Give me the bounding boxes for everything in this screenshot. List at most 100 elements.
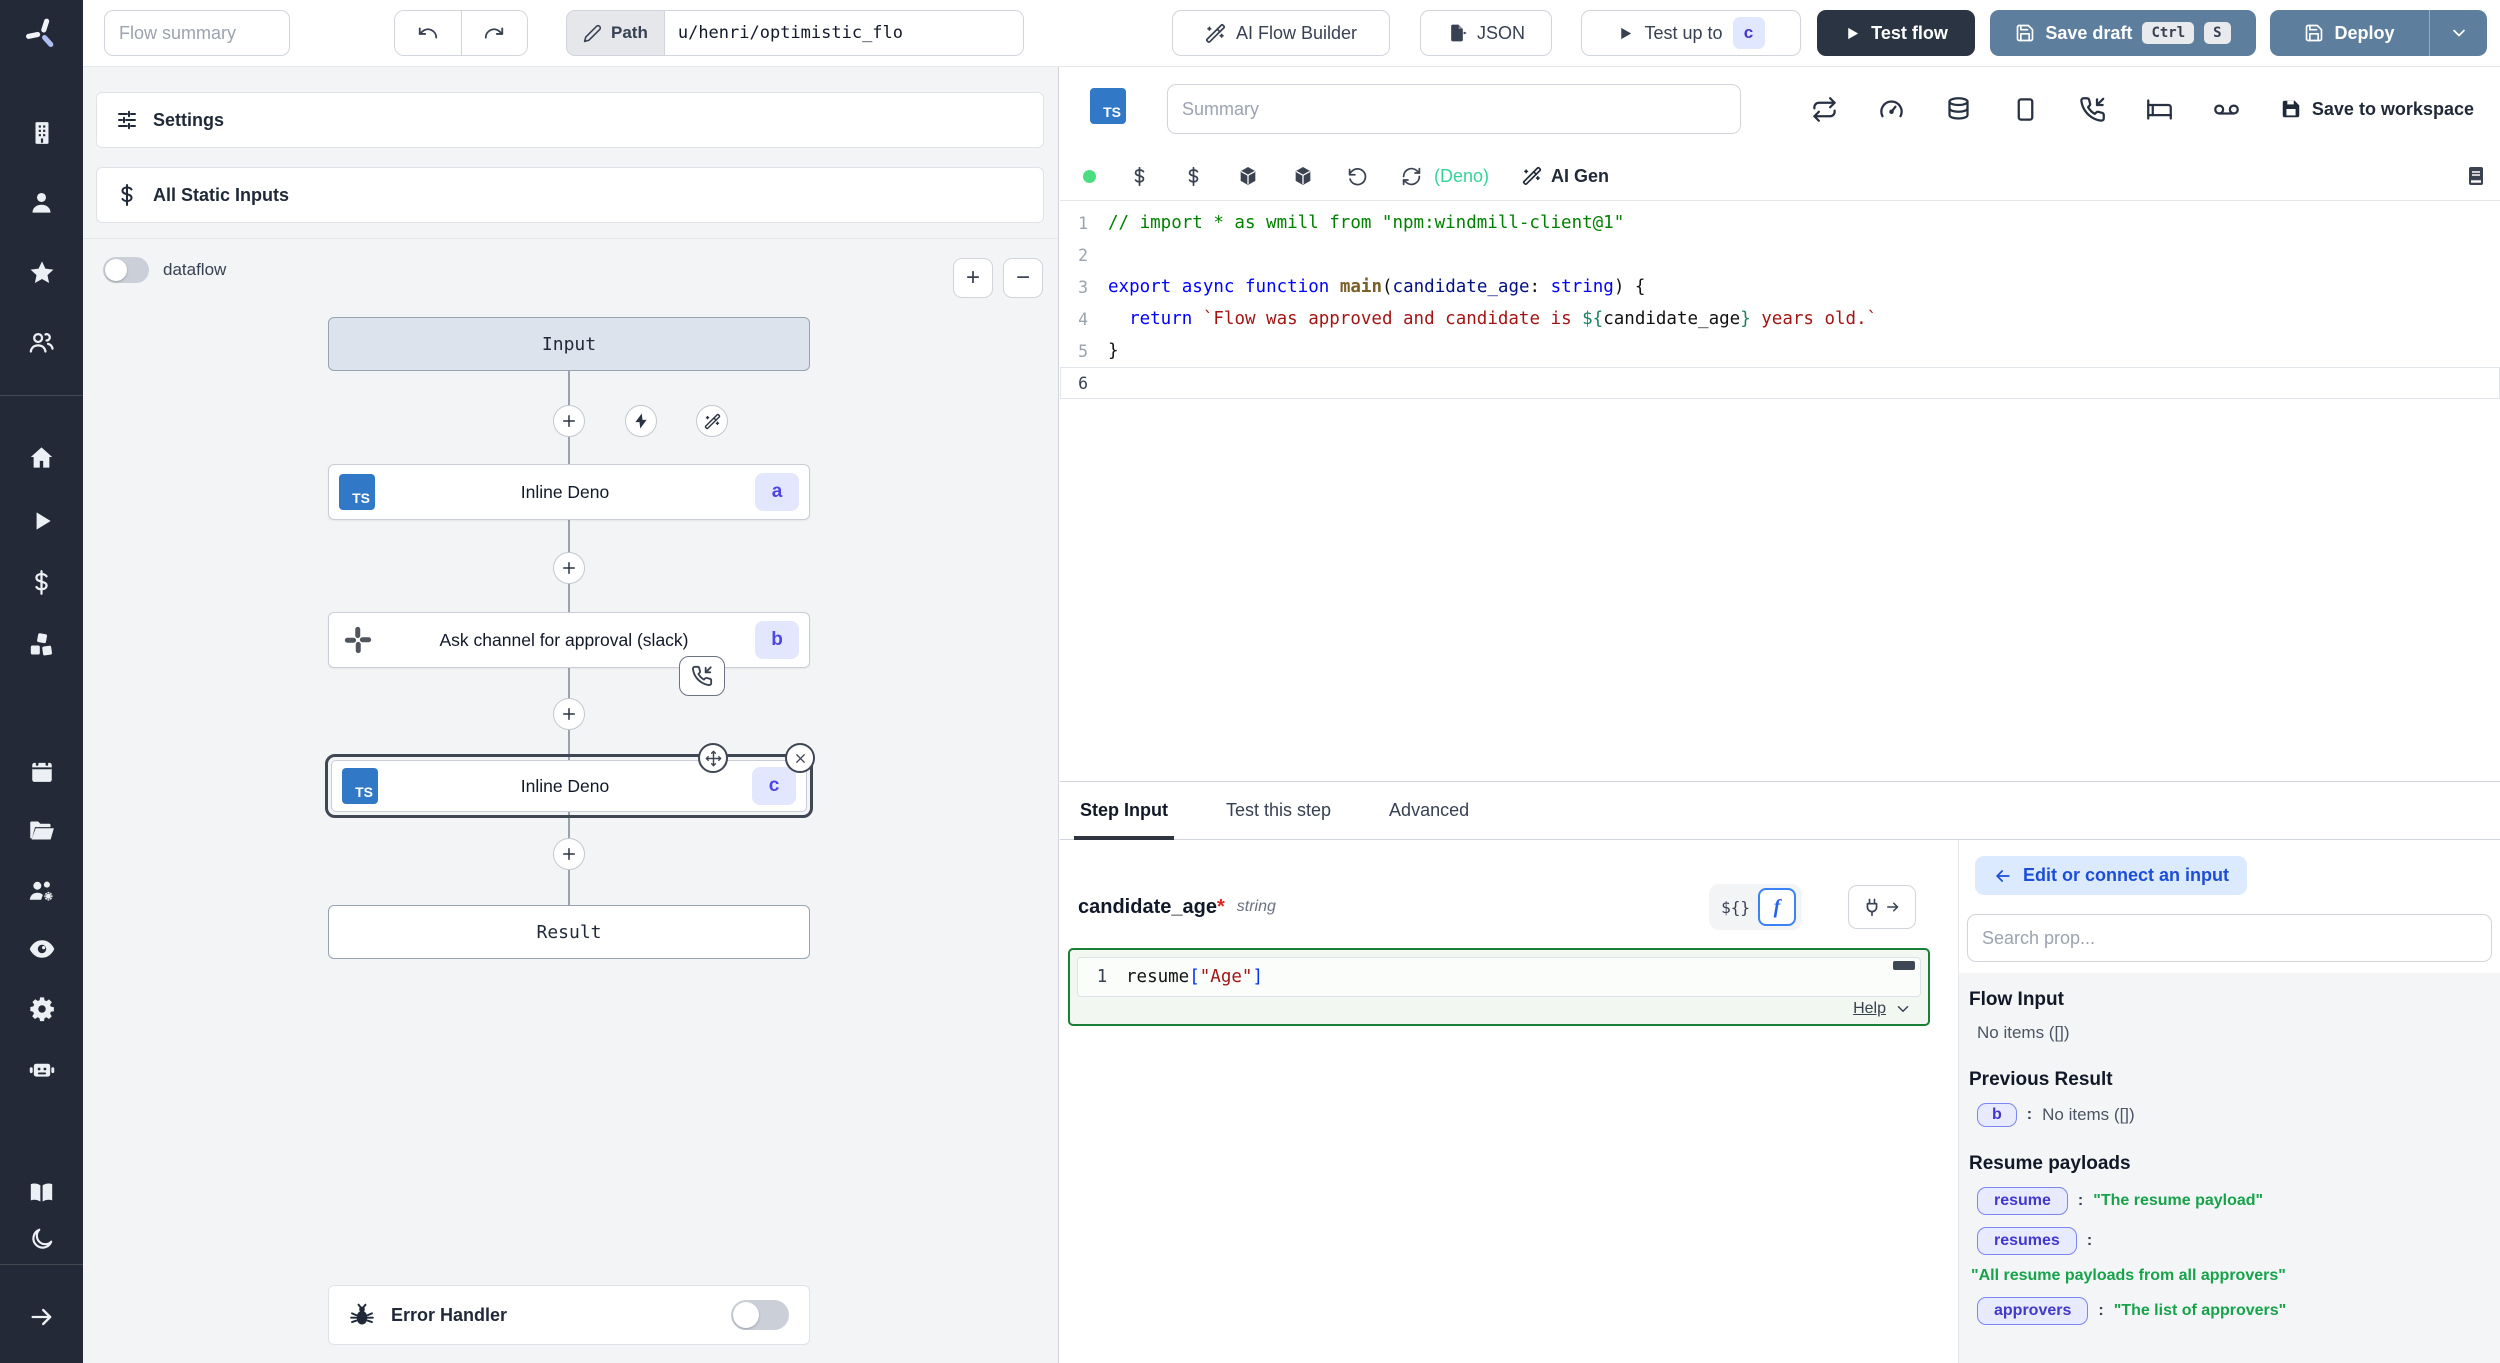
code-editor[interactable]: 1// import * as wmill from "npm:windmill… [1060, 207, 2500, 781]
save-to-workspace-button[interactable]: Save to workspace [2280, 98, 2474, 120]
insert-variable-icon[interactable] [1129, 166, 1150, 187]
workers-robot-icon[interactable] [27, 1054, 56, 1083]
chevron-down-icon[interactable] [1894, 1000, 1912, 1018]
javascript-mode-button[interactable]: f [1758, 888, 1796, 926]
reset-icon[interactable] [1347, 166, 1368, 187]
deploy-button[interactable]: Deploy [2270, 10, 2429, 56]
windmill-logo-icon[interactable] [0, 0, 83, 67]
zoom-in-button[interactable]: + [953, 258, 993, 298]
workspace-building-icon[interactable] [27, 118, 56, 147]
resources-boxes-icon[interactable] [27, 631, 56, 660]
step-node-c-selected[interactable]: TS Inline Deno c [325, 754, 813, 818]
flow-summary-input[interactable] [104, 10, 290, 56]
save-draft-button[interactable]: Save draft Ctrl S [1990, 10, 2256, 56]
deno-runtime-label: (Deno) [1434, 166, 1489, 187]
step-badge-c: c [1733, 17, 1765, 49]
schedules-calendar-icon[interactable] [27, 756, 56, 785]
redo-button[interactable] [462, 11, 528, 55]
early-stop-icon[interactable] [2012, 96, 2039, 123]
add-step-button[interactable] [553, 552, 585, 584]
ai-flow-builder-label: AI Flow Builder [1236, 23, 1357, 44]
docs-book-icon[interactable] [27, 1178, 56, 1207]
prop-search-input[interactable] [1967, 914, 2492, 962]
star-icon[interactable] [27, 258, 56, 287]
cache-database-icon[interactable] [1945, 96, 1972, 123]
ai-generate-step-button[interactable] [696, 405, 728, 437]
reload-icon[interactable] [1401, 166, 1422, 187]
folders-icon[interactable] [27, 816, 56, 845]
settings-gear-icon[interactable] [27, 994, 56, 1023]
undo-button[interactable] [395, 11, 462, 55]
edit-or-connect-button[interactable]: Edit or connect an input [1975, 856, 2247, 895]
flow-header-cards: Settings All Static Inputs [83, 67, 1058, 239]
code-line: 4 return `Flow was approved and candidat… [1060, 303, 2500, 335]
expression-editor[interactable]: 1 resume["Age"] Help [1068, 948, 1930, 1026]
add-step-button[interactable] [553, 698, 585, 730]
dark-mode-moon-icon[interactable] [27, 1224, 56, 1253]
help-link[interactable]: Help [1853, 1000, 1886, 1018]
connect-input-button[interactable] [1848, 885, 1916, 929]
insert-resource-icon[interactable] [1183, 166, 1204, 187]
step-node-a[interactable]: TS Inline Deno a [328, 464, 810, 520]
add-step-button[interactable] [553, 405, 585, 437]
test-flow-button[interactable]: Test flow [1817, 10, 1975, 56]
prop-pill[interactable]: approvers [1977, 1297, 2088, 1325]
close-icon [793, 751, 808, 766]
expand-sidebar-arrow-icon[interactable] [27, 1302, 56, 1331]
tab-advanced[interactable]: Advanced [1389, 782, 1469, 839]
user-icon[interactable] [27, 188, 56, 217]
prop-pill[interactable]: resume [1977, 1187, 2068, 1215]
groups-users-gear-icon[interactable] [27, 876, 56, 905]
json-button[interactable]: JSON [1420, 10, 1552, 56]
audit-eye-icon[interactable] [27, 934, 56, 963]
field-name: candidate_age [1078, 896, 1217, 919]
ai-gen-button[interactable]: AI Gen [1522, 166, 1609, 187]
step-tabs: Step Input Test this step Advanced [1060, 781, 2500, 840]
home-icon[interactable] [27, 443, 56, 472]
suspend-phone-icon[interactable] [2079, 96, 2106, 123]
step-summary-input[interactable] [1167, 84, 1741, 134]
ai-gen-label: AI Gen [1551, 166, 1609, 187]
plus-icon [560, 559, 578, 577]
flow-settings-row[interactable]: Settings [96, 92, 1044, 148]
package-icon[interactable] [1237, 165, 1259, 187]
move-step-button[interactable] [698, 743, 728, 773]
dataflow-toggle[interactable] [103, 257, 149, 283]
flow-input-node[interactable]: Input [328, 317, 810, 371]
deploy-split-button: Deploy [2270, 10, 2487, 56]
test-up-to-button[interactable]: Test up to c [1581, 10, 1801, 56]
step-node-b[interactable]: Ask channel for approval (slack) b [328, 612, 810, 668]
ai-flow-builder-button[interactable]: AI Flow Builder [1172, 10, 1390, 56]
error-handler-toggle[interactable] [731, 1300, 789, 1330]
prop-pill[interactable]: b [1977, 1103, 2017, 1127]
flow-result-node[interactable]: Result [328, 905, 810, 959]
prop-pill[interactable]: resumes [1977, 1227, 2077, 1255]
mock-voicemail-icon[interactable] [2213, 96, 2240, 123]
tab-test-this-step[interactable]: Test this step [1226, 782, 1331, 839]
path-input[interactable] [664, 10, 1024, 56]
all-static-inputs-row[interactable]: All Static Inputs [96, 167, 1044, 223]
arrow-left-icon [1993, 866, 2013, 886]
path-group: Path [566, 10, 1024, 56]
editor-resize-handle[interactable] [1893, 961, 1915, 970]
concurrency-gauge-icon[interactable] [1878, 96, 1905, 123]
delete-step-button[interactable] [785, 743, 815, 773]
prop-description: "The list of approvers" [2114, 1302, 2287, 1320]
tab-step-input[interactable]: Step Input [1080, 782, 1168, 839]
template-mode-button[interactable]: ${} [1721, 898, 1750, 917]
edit-path-button[interactable]: Path [566, 10, 664, 56]
deploy-more-button[interactable] [2429, 10, 2487, 56]
script-library-icon[interactable] [2464, 164, 2488, 193]
package-icon[interactable] [1292, 165, 1314, 187]
colon-separator: : [2078, 1192, 2083, 1210]
add-step-button[interactable] [553, 838, 585, 870]
wand-sparkles-icon [704, 413, 721, 430]
add-trigger-button[interactable] [625, 405, 657, 437]
zoom-out-button[interactable]: − [1003, 258, 1043, 298]
variables-dollar-icon[interactable] [27, 568, 56, 597]
save-draft-label: Save draft [2045, 23, 2132, 44]
runs-play-icon[interactable] [27, 506, 56, 535]
sleep-bed-icon[interactable] [2146, 96, 2173, 123]
retries-icon[interactable] [1811, 96, 1838, 123]
users-icon[interactable] [27, 328, 56, 357]
